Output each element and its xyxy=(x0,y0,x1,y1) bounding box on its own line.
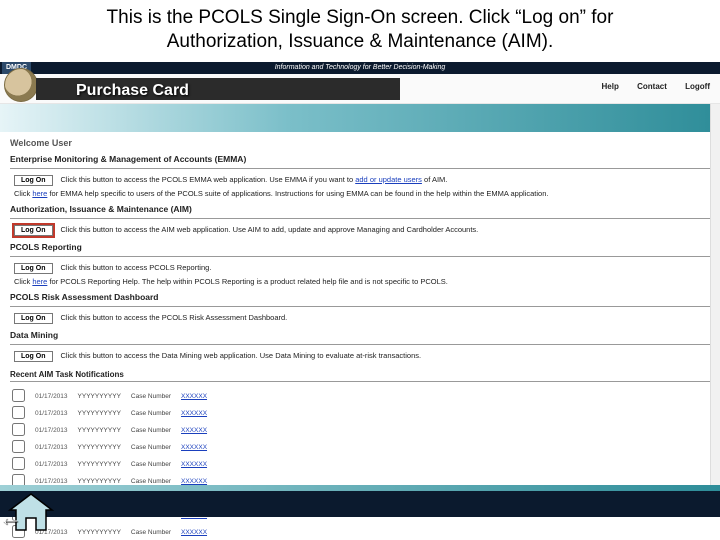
notification-case-link[interactable]: XXXXXX xyxy=(179,405,215,422)
reporting-description: Click this button to access PCOLS Report… xyxy=(61,263,711,272)
emma-logon-button[interactable]: Log On xyxy=(14,175,53,186)
notification-row: 01/17/2013YYYYYYYYYYCase NumberXXXXXX xyxy=(10,456,215,473)
notification-date: 01/17/2013 xyxy=(33,439,76,456)
notification-row: 01/17/2013YYYYYYYYYYCase NumberXXXXXX xyxy=(10,422,215,439)
aim-logon-button[interactable]: Log On xyxy=(14,225,53,236)
main-content: Welcome User Enterprise Monitoring & Man… xyxy=(0,132,720,540)
pcols-sso-app: DMDC Information and Technology for Bett… xyxy=(0,62,720,517)
reporting-section-title: PCOLS Reporting xyxy=(10,242,710,252)
divider xyxy=(10,256,710,257)
help-link[interactable]: Help xyxy=(602,82,619,91)
notification-case-label: Case Number xyxy=(129,439,179,456)
emma-description: Click this button to access the PCOLS EM… xyxy=(61,175,711,184)
notification-task: YYYYYYYYYY xyxy=(76,439,129,456)
notification-row: 01/17/2013YYYYYYYYYYCase NumberXXXXXX xyxy=(10,405,215,422)
footer-dark-bar xyxy=(0,491,720,517)
notification-date: 01/17/2013 xyxy=(33,388,76,405)
logoff-link[interactable]: Logoff xyxy=(685,82,710,91)
agency-seal-icon xyxy=(4,68,38,102)
notification-date: 01/17/2013 xyxy=(33,422,76,439)
reporting-logon-button[interactable]: Log On xyxy=(14,263,53,274)
risk-description: Click this button to access the PCOLS Ri… xyxy=(61,313,711,322)
notification-checkbox[interactable] xyxy=(12,389,25,402)
notification-row: 01/17/2013YYYYYYYYYYCase NumberXXXXXX xyxy=(10,439,215,456)
app-title: Purchase Card xyxy=(76,82,189,100)
contact-link[interactable]: Contact xyxy=(637,82,667,91)
notification-row: 01/17/2013YYYYYYYYYYCase NumberXXXXXX xyxy=(10,388,215,405)
reporting-help-line: Click here for PCOLS Reporting Help. The… xyxy=(14,277,710,286)
notification-case-link[interactable]: XXXXXX xyxy=(179,524,215,540)
notification-case-label: Case Number xyxy=(129,456,179,473)
divider xyxy=(10,381,710,382)
mining-logon-button[interactable]: Log On xyxy=(14,351,53,362)
notification-case-link[interactable]: XXXXXX xyxy=(179,439,215,456)
notification-task: YYYYYYYYYY xyxy=(76,422,129,439)
notification-task: YYYYYYYYYY xyxy=(76,524,129,540)
scrollbar-track[interactable] xyxy=(710,62,720,517)
emma-help-line: Click here for EMMA help specific to use… xyxy=(14,189,710,198)
divider xyxy=(10,218,710,219)
aim-section-title: Authorization, Issuance & Maintenance (A… xyxy=(10,204,710,214)
notification-case-link[interactable]: XXXXXX xyxy=(179,388,215,405)
mining-section-title: Data Mining xyxy=(10,330,710,340)
caption-line-2: Authorization, Issuance & Maintenance (A… xyxy=(167,31,554,52)
welcome-user: Welcome User xyxy=(10,138,710,148)
notification-date: 01/17/2013 xyxy=(33,456,76,473)
reporting-help-link[interactable]: here xyxy=(32,277,47,286)
emma-add-update-link[interactable]: add or update users xyxy=(355,175,422,184)
notification-checkbox[interactable] xyxy=(12,406,25,419)
app-title-bar: Purchase Card xyxy=(36,78,400,100)
mining-description: Click this button to access the Data Min… xyxy=(61,351,711,360)
notification-case-label: Case Number xyxy=(129,422,179,439)
notification-case-label: Case Number xyxy=(129,524,179,540)
notification-checkbox[interactable] xyxy=(12,457,25,470)
notification-task: YYYYYYYYYY xyxy=(76,405,129,422)
divider xyxy=(10,306,710,307)
notification-task: YYYYYYYYYY xyxy=(76,388,129,405)
divider xyxy=(10,344,710,345)
risk-section-title: PCOLS Risk Assessment Dashboard xyxy=(10,292,710,302)
divider xyxy=(10,168,710,169)
risk-logon-button[interactable]: Log On xyxy=(14,313,53,324)
notification-case-label: Case Number xyxy=(129,388,179,405)
notification-date: 01/17/2013 xyxy=(33,405,76,422)
notification-task: YYYYYYYYYY xyxy=(76,456,129,473)
aim-description: Click this button to access the AIM web … xyxy=(61,225,711,234)
back-arrow-icon[interactable]: ← xyxy=(0,504,22,532)
notification-checkbox[interactable] xyxy=(12,440,25,453)
emma-section-title: Enterprise Monitoring & Management of Ac… xyxy=(10,154,710,164)
notification-checkbox[interactable] xyxy=(12,423,25,436)
dmdc-banner: DMDC Information and Technology for Bett… xyxy=(0,62,720,74)
notification-case-label: Case Number xyxy=(129,405,179,422)
topnav: Purchase Card Help Contact Logoff xyxy=(0,74,720,104)
emma-help-link[interactable]: here xyxy=(32,189,47,198)
notification-case-link[interactable]: XXXXXX xyxy=(179,456,215,473)
caption-line-1: This is the PCOLS Single Sign-On screen.… xyxy=(107,7,614,28)
slide-caption: This is the PCOLS Single Sign-On screen.… xyxy=(0,0,720,62)
dmdc-tagline: Information and Technology for Better De… xyxy=(275,62,446,74)
notification-case-link[interactable]: XXXXXX xyxy=(179,422,215,439)
notifications-title: Recent AIM Task Notifications xyxy=(10,370,710,379)
gradient-band xyxy=(0,104,720,132)
